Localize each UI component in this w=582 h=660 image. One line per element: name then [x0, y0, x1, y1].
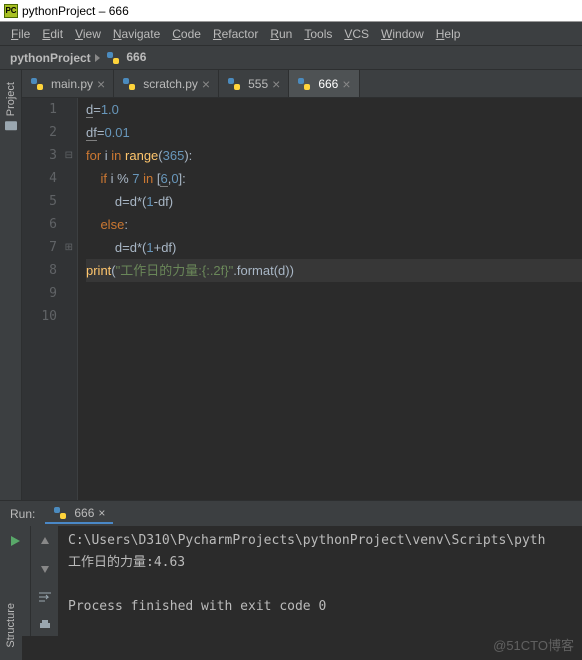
menu-view[interactable]: View	[70, 25, 106, 43]
editor-tabs: main.py×scratch.py×555×666×	[22, 70, 582, 98]
menu-window[interactable]: Window	[376, 25, 429, 43]
rerun-button[interactable]	[6, 532, 24, 550]
menu-bar: FileEditViewNavigateCodeRefactorRunTools…	[0, 22, 582, 46]
close-icon[interactable]: ×	[202, 76, 210, 92]
menu-file[interactable]: File	[6, 25, 35, 43]
down-button[interactable]	[36, 560, 54, 578]
python-file-icon	[106, 51, 120, 65]
window-titlebar: PC pythonProject – 666	[0, 0, 582, 22]
menu-help[interactable]: Help	[431, 25, 466, 43]
python-file-icon	[30, 77, 44, 91]
breadcrumb-file[interactable]: 666	[106, 50, 146, 65]
editor-tab[interactable]: main.py×	[22, 70, 114, 97]
app-icon: PC	[4, 4, 18, 18]
breadcrumb-bar: pythonProject 666	[0, 46, 582, 70]
project-tool-tab[interactable]: Project	[5, 76, 17, 138]
python-file-icon	[53, 506, 67, 520]
print-button[interactable]	[36, 616, 54, 634]
menu-vcs[interactable]: VCS	[339, 25, 374, 43]
watermark: @51CTO博客	[493, 635, 574, 654]
up-button[interactable]	[36, 532, 54, 550]
menu-code[interactable]: Code	[167, 25, 206, 43]
menu-refactor[interactable]: Refactor	[208, 25, 263, 43]
window-title: pythonProject – 666	[22, 4, 129, 18]
structure-tool-tab[interactable]: Structure	[5, 597, 17, 654]
breadcrumb-project[interactable]: pythonProject	[10, 51, 102, 65]
editor-tab[interactable]: 555×	[219, 70, 289, 97]
folder-icon	[5, 120, 17, 132]
run-tool-header: Run: 666 ×	[0, 500, 582, 526]
editor-tab[interactable]: 666×	[289, 70, 359, 97]
menu-tools[interactable]: Tools	[299, 25, 337, 43]
left-tool-rail: Project	[0, 70, 22, 500]
editor-code[interactable]: d=1.0df=0.01for i in range(365): if i % …	[78, 98, 582, 500]
run-tab[interactable]: 666 ×	[45, 504, 113, 524]
close-icon[interactable]: ×	[272, 76, 280, 92]
run-nav-rail	[30, 526, 58, 636]
close-icon[interactable]: ×	[98, 506, 105, 520]
soft-wrap-button[interactable]	[36, 588, 54, 606]
run-console[interactable]: C:\Users\D310\PycharmProjects\pythonProj…	[58, 526, 582, 636]
close-icon[interactable]: ×	[97, 76, 105, 92]
run-label: Run:	[10, 507, 35, 521]
python-file-icon	[227, 77, 241, 91]
left-bottom-rail: Structure	[0, 550, 22, 660]
python-file-icon	[122, 77, 136, 91]
menu-run[interactable]: Run	[265, 25, 297, 43]
editor-tab[interactable]: scratch.py×	[114, 70, 219, 97]
editor-gutter: 123 ⊟4567 ⊞8910	[22, 98, 78, 500]
menu-navigate[interactable]: Navigate	[108, 25, 165, 43]
close-icon[interactable]: ×	[342, 76, 350, 92]
menu-edit[interactable]: Edit	[37, 25, 68, 43]
python-file-icon	[297, 77, 311, 91]
chevron-right-icon	[94, 54, 102, 62]
